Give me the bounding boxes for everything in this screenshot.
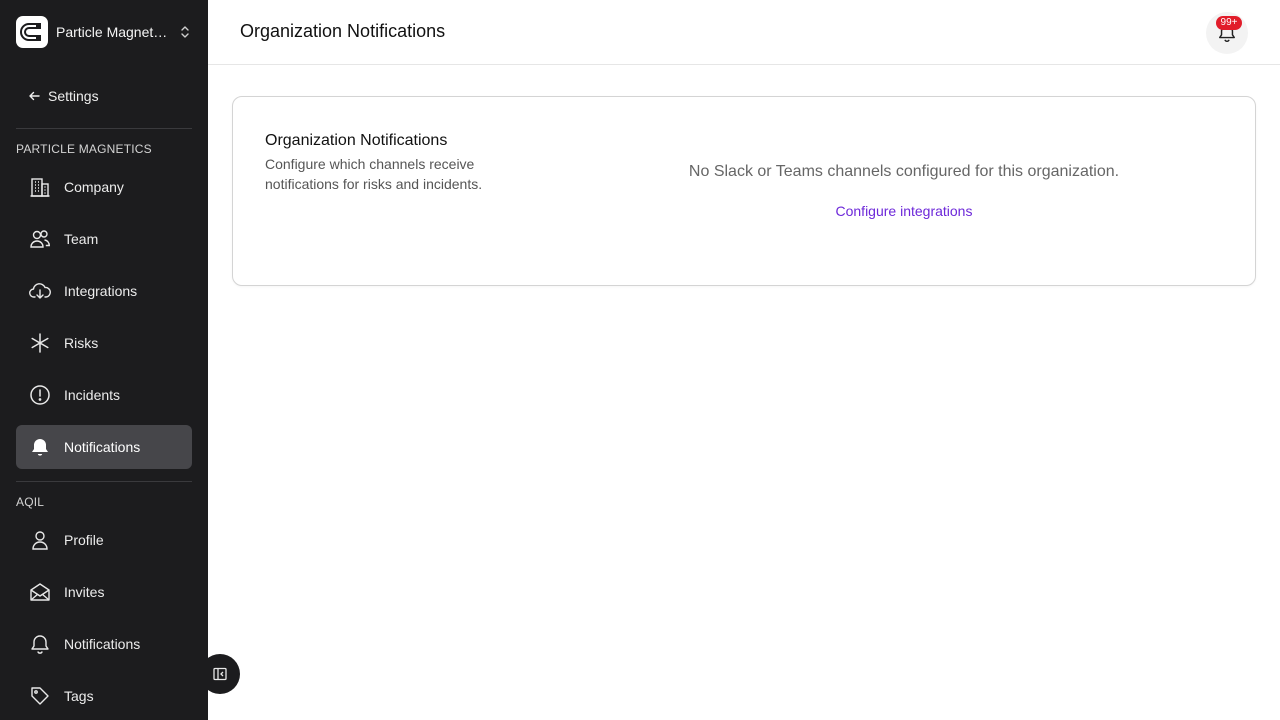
sidebar-item-label: Notifications (64, 636, 141, 652)
user-icon (28, 528, 52, 552)
user-section-label: AQIL (16, 495, 45, 509)
sidebar-item-team[interactable]: Team (16, 217, 192, 261)
empty-state-message: No Slack or Teams channels configured fo… (688, 163, 1120, 180)
sidebar-item-label: Integrations (64, 283, 138, 299)
sidebar-item-notifications[interactable]: Notifications (16, 425, 192, 469)
chevron-up-down-icon (178, 25, 192, 39)
card-description: Configure which channels receive notific… (265, 156, 483, 192)
sidebar-item-label: Team (64, 231, 99, 247)
sidebar-item-tags[interactable]: Tags (16, 674, 192, 718)
cloud-download-icon (28, 279, 52, 303)
org-switcher[interactable]: Particle Magnetics (16, 16, 192, 48)
card-title: Organization Notifications (265, 132, 448, 149)
sidebar-item-label: Risks (64, 335, 99, 351)
sidebar-item-label: Invites (64, 584, 105, 600)
sidebar-divider (16, 128, 192, 129)
back-link-label: Settings (48, 88, 99, 104)
bell-icon (28, 435, 52, 459)
sidebar-item-label: Tags (64, 688, 94, 704)
sidebar-item-label: Profile (64, 532, 104, 548)
bell-outline-icon (28, 632, 52, 656)
arrow-left-icon (29, 91, 40, 101)
sidebar-item-company[interactable]: Company (16, 165, 192, 209)
configure-integrations-link[interactable]: Configure integrations (533, 203, 1275, 219)
users-icon (28, 227, 52, 251)
sidebar-item-risks[interactable]: Risks (16, 321, 192, 365)
top-bar: Organization Notifications 99+ (208, 0, 1280, 65)
building-icon (28, 175, 52, 199)
sidebar-item-label: Incidents (64, 387, 121, 403)
sidebar-item-label: Notifications (64, 439, 141, 455)
tag-icon (28, 684, 52, 708)
org-notifications-card: Organization Notifications Configure whi… (232, 96, 1256, 286)
alert-circle-icon (28, 383, 52, 407)
sidebar-item-profile[interactable]: Profile (16, 518, 192, 562)
asterisk-icon (28, 331, 52, 355)
magnet-logo-icon (20, 23, 41, 41)
sidebar-item-invites[interactable]: Invites (16, 570, 192, 614)
sidebar-divider (16, 481, 192, 482)
page-title: Organization Notifications (240, 21, 446, 41)
sidebar-item-user-notifications[interactable]: Notifications (16, 622, 192, 666)
sidebar-item-integrations[interactable]: Integrations (16, 269, 192, 313)
notification-count-badge: 99+ (1216, 16, 1242, 30)
sidebar: Particle Magnetics Settings PARTICLE MAG… (0, 0, 208, 720)
sidebar-collapse-icon (213, 667, 227, 681)
back-to-settings-link[interactable]: Settings (16, 80, 192, 112)
org-section-label: PARTICLE MAGNETICS (16, 142, 152, 156)
sidebar-item-incidents[interactable]: Incidents (16, 373, 192, 417)
sidebar-item-label: Company (64, 179, 124, 195)
mail-open-icon (28, 580, 52, 604)
collapse-sidebar-button[interactable] (200, 654, 240, 694)
org-name: Particle Magnetics (56, 24, 168, 40)
org-logo (16, 16, 48, 48)
